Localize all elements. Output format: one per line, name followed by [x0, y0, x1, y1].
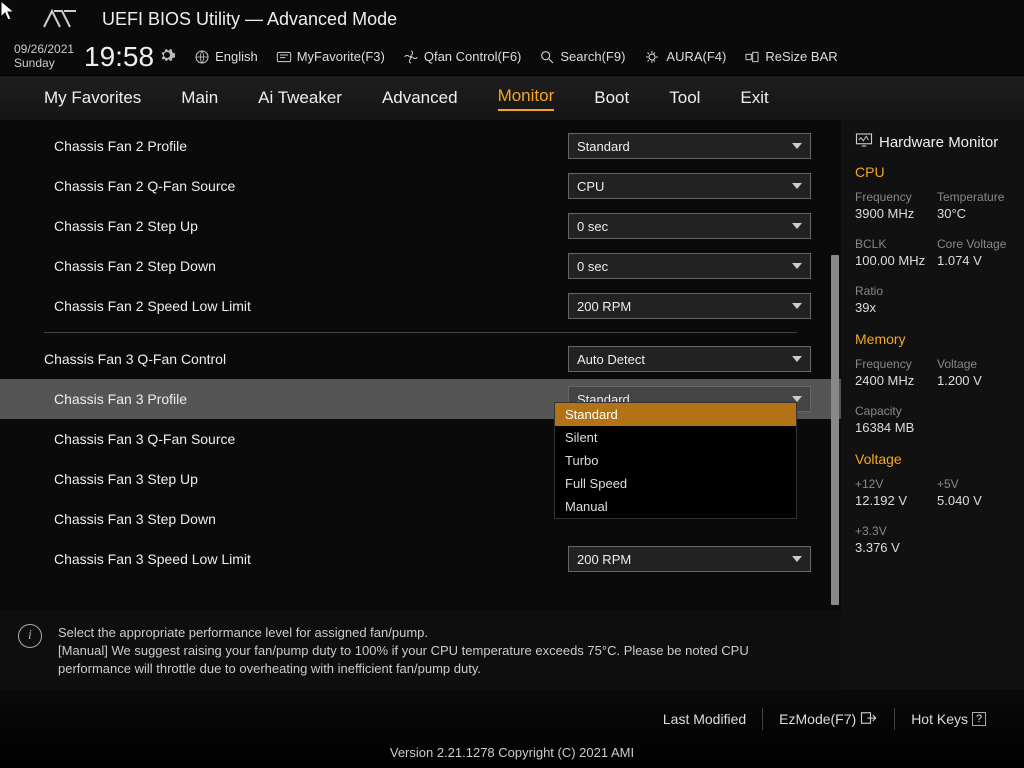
- app-title: UEFI BIOS Utility — Advanced Mode: [102, 9, 397, 30]
- aura-label: AURA(F4): [666, 49, 726, 64]
- brand-logo: [40, 7, 80, 31]
- tab-bar: My Favorites Main Ai Tweaker Advanced Mo…: [0, 76, 1024, 120]
- clock-time: 19:58: [84, 41, 154, 73]
- footer: Last Modified EzMode(F7) Hot Keys? Versi…: [0, 690, 1024, 768]
- search-icon: [539, 49, 555, 65]
- dropdown-option[interactable]: Standard: [555, 403, 796, 426]
- favorite-icon: [276, 50, 292, 64]
- help-icon: ?: [972, 712, 986, 726]
- dropdown-option[interactable]: Manual: [555, 495, 796, 518]
- gear-icon[interactable]: [158, 46, 176, 67]
- tab-ai-tweaker[interactable]: Ai Tweaker: [258, 88, 342, 108]
- help-line-1: Select the appropriate performance level…: [58, 624, 818, 642]
- setting-dropdown[interactable]: 0 sec: [568, 253, 811, 279]
- setting-label: Chassis Fan 2 Q-Fan Source: [54, 178, 568, 194]
- settings-panel: Chassis Fan 2 ProfileStandard Chassis Fa…: [0, 120, 841, 690]
- fan-icon: [403, 49, 419, 65]
- setting-dropdown[interactable]: Standard: [568, 133, 811, 159]
- setting-label: Chassis Fan 3 Profile: [54, 391, 568, 407]
- section-divider: [44, 332, 797, 333]
- info-bar: 09/26/2021 Sunday 19:58 English MyFavori…: [0, 38, 1024, 76]
- setting-row: Chassis Fan 2 Speed Low Limit200 RPM: [0, 286, 841, 326]
- search-label: Search(F9): [560, 49, 625, 64]
- tab-monitor[interactable]: Monitor: [498, 86, 555, 111]
- setting-dropdown[interactable]: Auto Detect: [568, 346, 811, 372]
- setting-label: Chassis Fan 2 Profile: [54, 138, 568, 154]
- scrollbar[interactable]: [831, 120, 839, 610]
- setting-row: Chassis Fan 2 Step Up0 sec: [0, 206, 841, 246]
- last-modified-button[interactable]: Last Modified: [647, 708, 762, 730]
- aura-button[interactable]: AURA(F4): [643, 49, 726, 65]
- tab-my-favorites[interactable]: My Favorites: [44, 88, 141, 108]
- setting-label: Chassis Fan 2 Step Down: [54, 258, 568, 274]
- resizebar-label: ReSize BAR: [765, 49, 837, 64]
- date-text: 09/26/2021: [14, 43, 84, 57]
- hardware-monitor-panel: Hardware Monitor CPU Frequency3900 MHzTe…: [841, 120, 1024, 690]
- monitor-icon: [855, 132, 873, 152]
- setting-row: Chassis Fan 2 Step Down0 sec: [0, 246, 841, 286]
- ezmode-button[interactable]: EzMode(F7): [762, 708, 894, 730]
- hw-title: Hardware Monitor: [879, 134, 998, 151]
- setting-row: Chassis Fan 3 Q-Fan ControlAuto Detect: [0, 339, 841, 379]
- setting-label: Chassis Fan 2 Speed Low Limit: [54, 298, 568, 314]
- tab-tool[interactable]: Tool: [669, 88, 700, 108]
- globe-icon: [194, 49, 210, 65]
- language-button[interactable]: English: [194, 49, 258, 65]
- qfan-button[interactable]: Qfan Control(F6): [403, 49, 522, 65]
- chevron-down-icon: [792, 356, 802, 362]
- dropdown-option[interactable]: Silent: [555, 426, 796, 449]
- exit-icon: [860, 711, 878, 728]
- setting-label: Chassis Fan 3 Speed Low Limit: [54, 551, 568, 567]
- setting-label: Chassis Fan 3 Q-Fan Control: [44, 351, 568, 367]
- setting-dropdown[interactable]: 200 RPM: [568, 546, 811, 572]
- mouse-cursor: [0, 0, 18, 25]
- hw-section-voltage: Voltage: [855, 451, 1024, 467]
- profile-dropdown-menu: Standard Silent Turbo Full Speed Manual: [554, 402, 797, 519]
- hotkeys-button[interactable]: Hot Keys?: [894, 708, 1002, 730]
- chevron-down-icon: [792, 303, 802, 309]
- date-box: 09/26/2021 Sunday: [14, 43, 84, 71]
- qfan-label: Qfan Control(F6): [424, 49, 522, 64]
- chevron-down-icon: [792, 143, 802, 149]
- setting-dropdown[interactable]: 0 sec: [568, 213, 811, 239]
- resize-icon: [744, 49, 760, 65]
- tab-advanced[interactable]: Advanced: [382, 88, 458, 108]
- info-icon: i: [18, 624, 42, 648]
- aura-icon: [643, 49, 661, 65]
- tab-exit[interactable]: Exit: [740, 88, 768, 108]
- day-text: Sunday: [14, 57, 84, 71]
- tab-boot[interactable]: Boot: [594, 88, 629, 108]
- title-bar: UEFI BIOS Utility — Advanced Mode: [0, 0, 1024, 38]
- myfavorite-label: MyFavorite(F3): [297, 49, 385, 64]
- chevron-down-icon: [792, 183, 802, 189]
- setting-row: Chassis Fan 2 Q-Fan SourceCPU: [0, 166, 841, 206]
- setting-label: Chassis Fan 2 Step Up: [54, 218, 568, 234]
- myfavorite-button[interactable]: MyFavorite(F3): [276, 49, 385, 64]
- dropdown-option[interactable]: Full Speed: [555, 472, 796, 495]
- version-text: Version 2.21.1278 Copyright (C) 2021 AMI: [0, 745, 1024, 760]
- search-button[interactable]: Search(F9): [539, 49, 625, 65]
- help-line-2: [Manual] We suggest raising your fan/pum…: [58, 642, 818, 678]
- hw-section-cpu: CPU: [855, 164, 1024, 180]
- setting-row: Chassis Fan 2 ProfileStandard: [0, 126, 841, 166]
- language-label: English: [215, 49, 258, 64]
- chevron-down-icon: [792, 223, 802, 229]
- help-panel: i Select the appropriate performance lev…: [0, 610, 841, 690]
- chevron-down-icon: [792, 556, 802, 562]
- tab-main[interactable]: Main: [181, 88, 218, 108]
- time-box: 19:58: [84, 41, 176, 73]
- setting-row: Chassis Fan 3 Speed Low Limit200 RPM: [0, 539, 841, 579]
- resizebar-button[interactable]: ReSize BAR: [744, 49, 837, 65]
- dropdown-option[interactable]: Turbo: [555, 449, 796, 472]
- hw-section-memory: Memory: [855, 331, 1024, 347]
- setting-dropdown[interactable]: CPU: [568, 173, 811, 199]
- chevron-down-icon: [792, 263, 802, 269]
- scrollbar-thumb[interactable]: [831, 255, 839, 605]
- setting-dropdown[interactable]: 200 RPM: [568, 293, 811, 319]
